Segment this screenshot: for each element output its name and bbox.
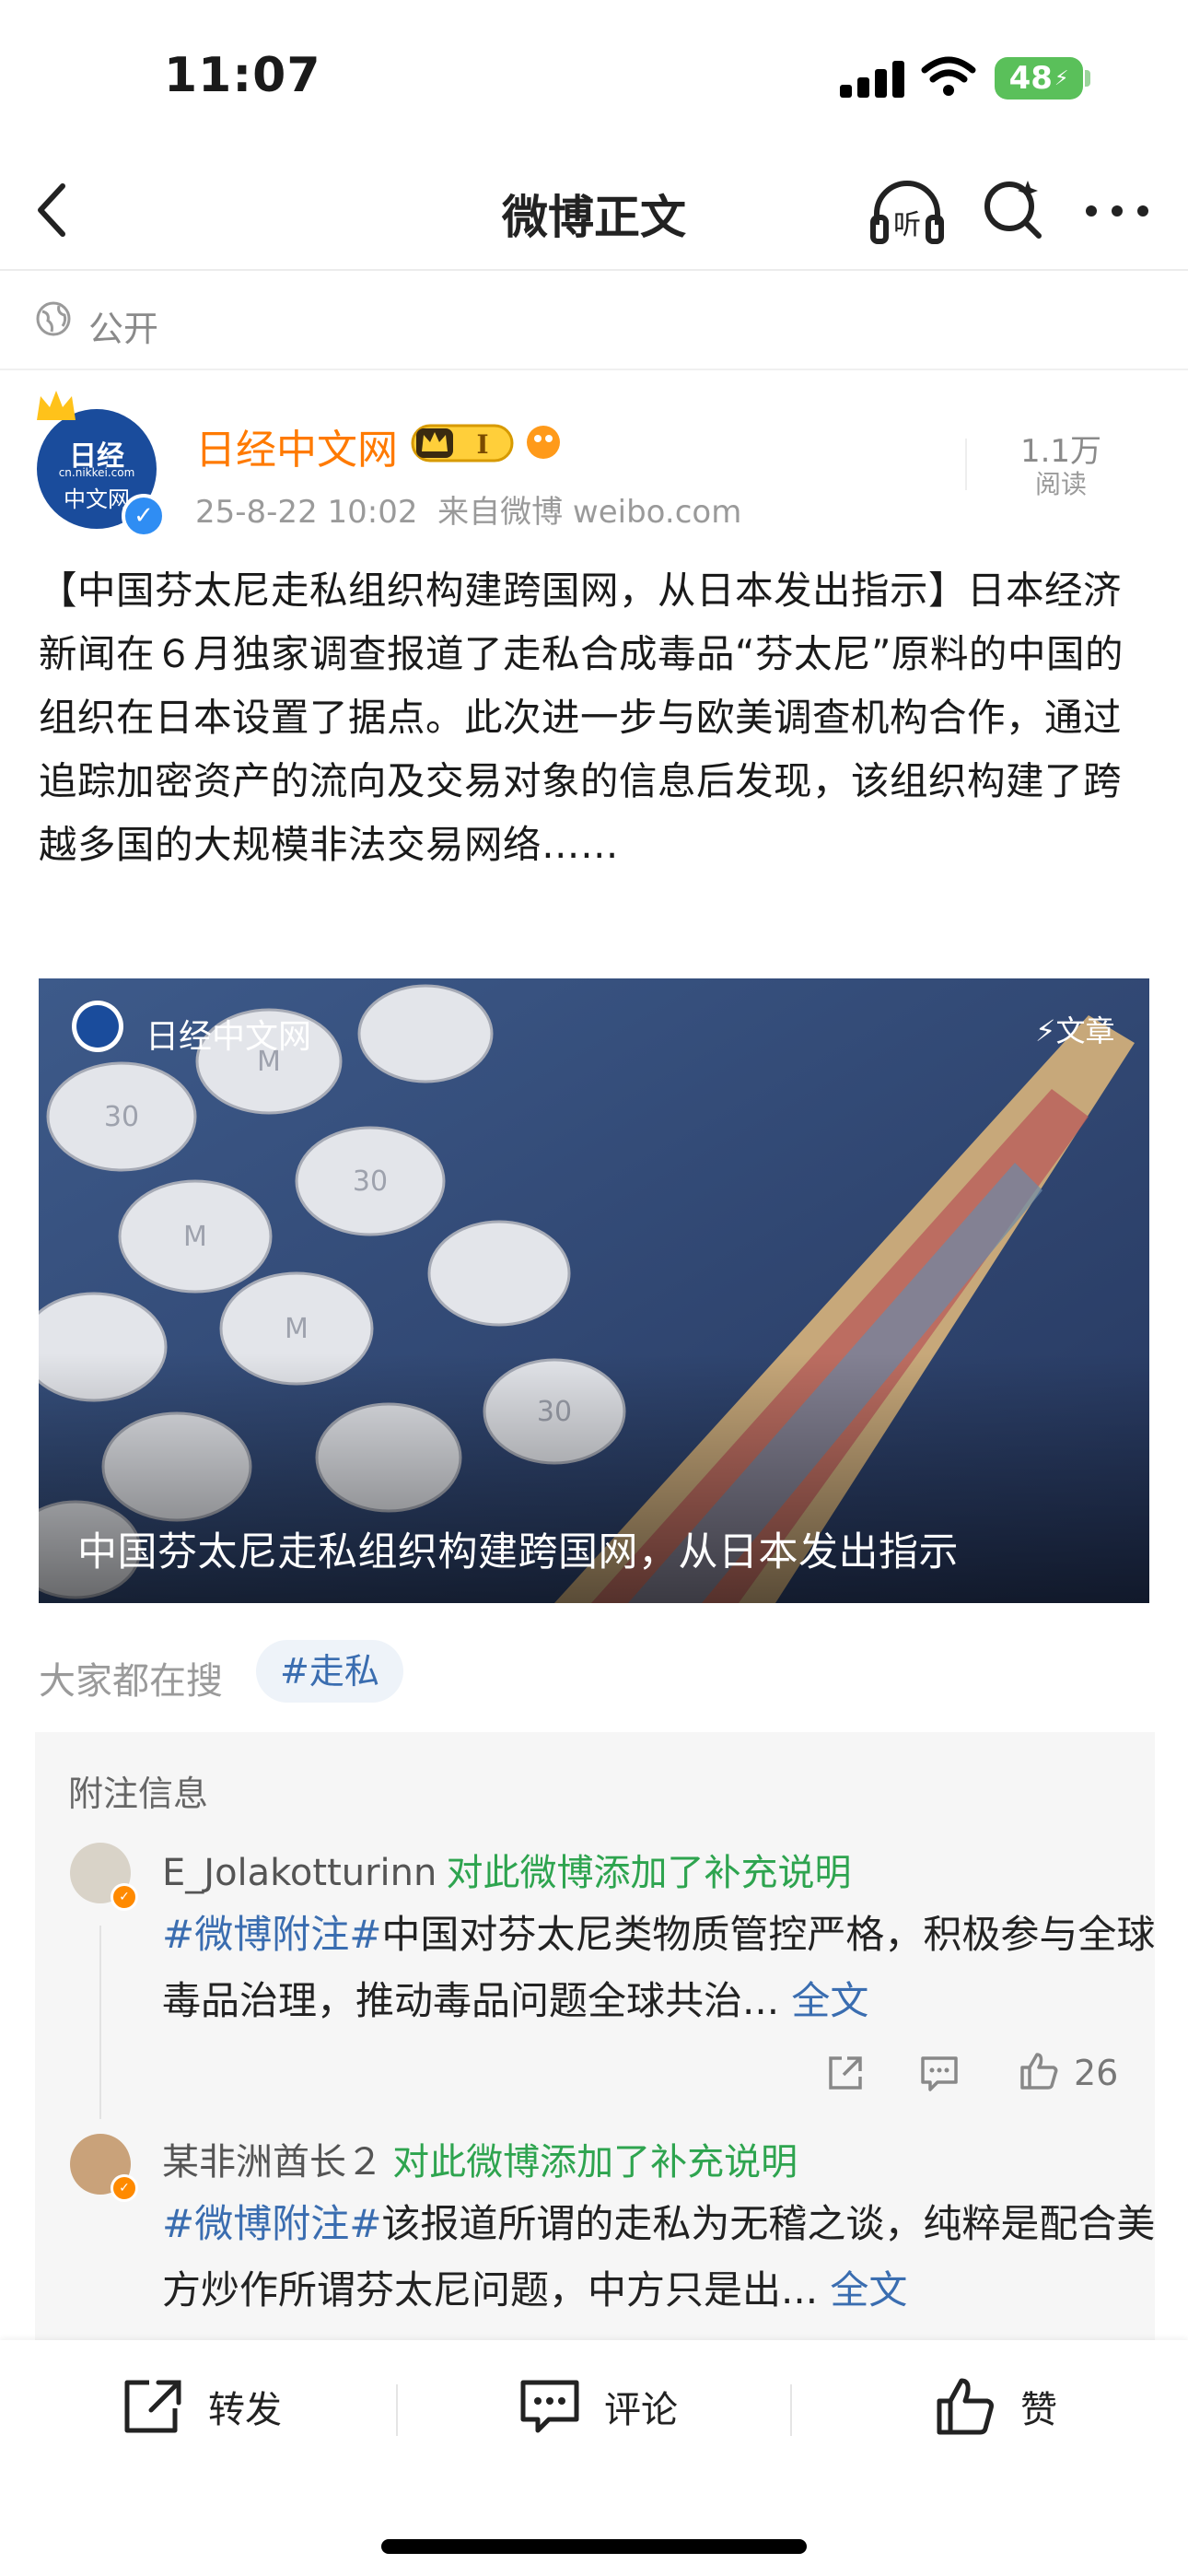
note-header: 某非洲酋长２ 对此微博添加了补充说明: [162, 2132, 798, 2185]
note-action: 对此微博添加了补充说明: [392, 2141, 798, 2184]
note-user[interactable]: E_Jolakotturinn: [162, 1852, 437, 1894]
like-button[interactable]: 赞: [934, 2377, 1057, 2436]
note-body: #微博附注#中国对芬太尼类物质管控严格，积极参与全球毒品治理，推动毒品问题全球共…: [162, 1902, 1166, 2034]
visibility-label: 公开: [88, 309, 159, 349]
more-options-icon[interactable]: [1085, 205, 1149, 217]
verified-badge-icon: ✓: [111, 2174, 138, 2202]
card-source-name: 日经中文网: [146, 1018, 312, 1056]
member-badges-icon[interactable]: I: [411, 420, 567, 466]
lightning-icon: ⚡: [1035, 1013, 1056, 1048]
comment-label: 评论: [604, 2389, 678, 2431]
comment-icon[interactable]: [917, 2051, 961, 2095]
home-indicator[interactable]: [381, 2539, 807, 2554]
card-type-tag: ⚡文章: [1035, 1013, 1115, 1048]
repost-label: 转发: [208, 2389, 282, 2431]
hot-search-label: 大家都在搜: [39, 1660, 223, 1703]
card-title: 中国芬太尼走私组织构建跨国网，从日本发出指示: [77, 1529, 959, 1575]
like-label: 赞: [1020, 2389, 1057, 2431]
comment-button[interactable]: 评论: [518, 2377, 678, 2436]
note-hashtag[interactable]: #微博附注#: [162, 2201, 381, 2246]
search-icon[interactable]: [982, 177, 1046, 241]
article-card[interactable]: 30 30 30 M M M: [39, 978, 1149, 1603]
note-full-link[interactable]: 全文: [830, 2267, 907, 2313]
note-header: E_Jolakotturinn 对此微博添加了补充说明: [162, 1843, 852, 1896]
post-time: 25-8-22 10:02: [195, 494, 418, 531]
repost-icon: [124, 2380, 181, 2433]
battery-tip: [1085, 70, 1090, 87]
verified-badge-icon: ✓: [122, 494, 166, 538]
notes-title: 附注信息: [68, 1774, 209, 1814]
like-count: 26: [1074, 2053, 1119, 2093]
bar-divider: [790, 2384, 792, 2436]
article-cover-image: 30 30 30 M M M: [39, 978, 1149, 1603]
read-count-label: 阅读: [1034, 469, 1087, 499]
thumbs-up-icon: [937, 2378, 994, 2435]
note-hashtag[interactable]: #微博附注#: [162, 1912, 381, 1957]
card-source-logo: [72, 1001, 123, 1052]
author-name[interactable]: 日经中文网: [195, 416, 398, 475]
bar-divider: [396, 2384, 398, 2436]
repost-button[interactable]: 转发: [122, 2377, 282, 2436]
note-body: #微博附注#该报道所谓的走私为无稽之谈，纯粹是配合美方炒作所谓芬太尼问题，中方只…: [162, 2191, 1166, 2324]
svg-text:听: 听: [893, 209, 921, 241]
share-icon[interactable]: [823, 2051, 868, 2095]
note-avatar[interactable]: ✓: [70, 1843, 138, 1911]
section-divider: [0, 369, 1188, 370]
like-icon[interactable]: [1017, 2049, 1061, 2093]
post-body: 【中国芬太尼走私组织构建跨国网，从日本发出指示】日本经济新闻在６月独家调查报道了…: [39, 568, 1124, 867]
post-meta: 25-8-22 10:02 来自微博 weibo.com: [195, 486, 741, 532]
author-avatar[interactable]: 日经 cn.nikkei.com 中文网 ✓: [37, 391, 166, 538]
battery-indicator: 48 ⚡: [995, 57, 1083, 100]
verified-badge-icon: ✓: [111, 1883, 138, 1911]
reads-divider: [965, 439, 967, 490]
nav-divider: [0, 269, 1188, 271]
crown-icon: [37, 391, 76, 420]
globe-icon: [36, 301, 71, 336]
comment-icon: [520, 2380, 579, 2433]
cellular-signal-icon: [840, 61, 906, 98]
wifi-icon: [921, 56, 976, 96]
thread-line: [99, 1926, 101, 2119]
status-time: 11:07: [164, 48, 321, 103]
listen-headphones-icon[interactable]: 听: [868, 173, 947, 247]
note-full-link[interactable]: 全文: [791, 1978, 868, 2023]
note-user[interactable]: 某非洲酋长２: [162, 2141, 383, 2184]
note-avatar[interactable]: ✓: [70, 2134, 138, 2202]
svg-text:I: I: [476, 429, 488, 460]
note-action: 对此微博添加了补充说明: [446, 1852, 852, 1894]
hot-search-chip[interactable]: #走私: [256, 1640, 403, 1703]
post-source: 来自微博 weibo.com: [437, 494, 742, 531]
